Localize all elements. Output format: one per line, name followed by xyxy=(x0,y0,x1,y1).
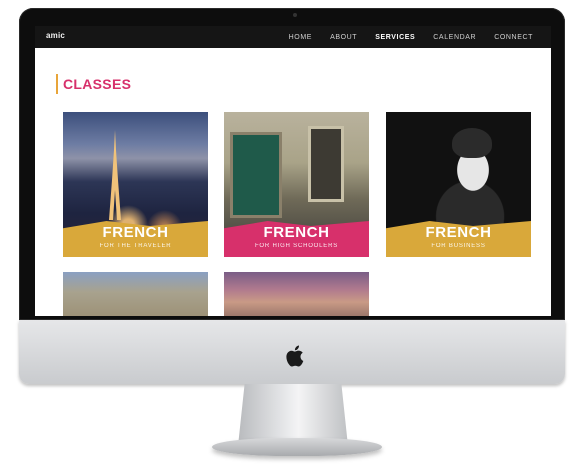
card-title: FRENCH xyxy=(102,224,169,241)
class-card-cityscape[interactable] xyxy=(224,272,369,316)
nav-menu: HOME ABOUT SERVICES CALENDAR CONNECT xyxy=(289,26,533,48)
top-nav: amic HOME ABOUT SERVICES CALENDAR CONNEC… xyxy=(35,26,551,48)
class-card-high-schoolers[interactable]: FRENCH FOR HIGH SCHOOLERS xyxy=(224,112,369,257)
apple-logo-icon xyxy=(286,345,304,367)
card-title: FRENCH xyxy=(425,224,492,241)
card-subtitle: FOR HIGH SCHOOLERS xyxy=(254,243,339,249)
monitor-base xyxy=(212,438,382,456)
card-subtitle: FOR THE TRAVELER xyxy=(99,243,172,249)
nav-item-about[interactable]: ABOUT xyxy=(330,34,357,41)
section-accent-bar xyxy=(56,74,58,94)
school-window-image xyxy=(308,126,344,202)
school-door-image xyxy=(230,132,282,218)
nav-item-services[interactable]: SERVICES xyxy=(375,34,415,41)
eiffel-tower-image xyxy=(109,130,121,220)
nav-item-connect[interactable]: CONNECT xyxy=(494,34,533,41)
class-card-architecture[interactable] xyxy=(63,272,208,316)
singer-portrait-image xyxy=(452,128,492,158)
card-subtitle: FOR BUSINESS xyxy=(431,243,486,249)
camera-icon xyxy=(293,13,297,17)
card-title: FRENCH xyxy=(263,224,330,241)
nav-item-home[interactable]: HOME xyxy=(289,34,312,41)
website-screen: amic HOME ABOUT SERVICES CALENDAR CONNEC… xyxy=(35,26,551,316)
monitor-stand xyxy=(238,384,348,446)
class-card-business[interactable]: FRENCH FOR BUSINESS xyxy=(386,112,531,257)
nav-item-calendar[interactable]: CALENDAR xyxy=(433,34,476,41)
site-logo[interactable]: amic xyxy=(46,31,65,40)
class-card-traveler[interactable]: FRENCH FOR THE TRAVELER xyxy=(63,112,208,257)
section-title: CLASSES xyxy=(63,76,132,92)
